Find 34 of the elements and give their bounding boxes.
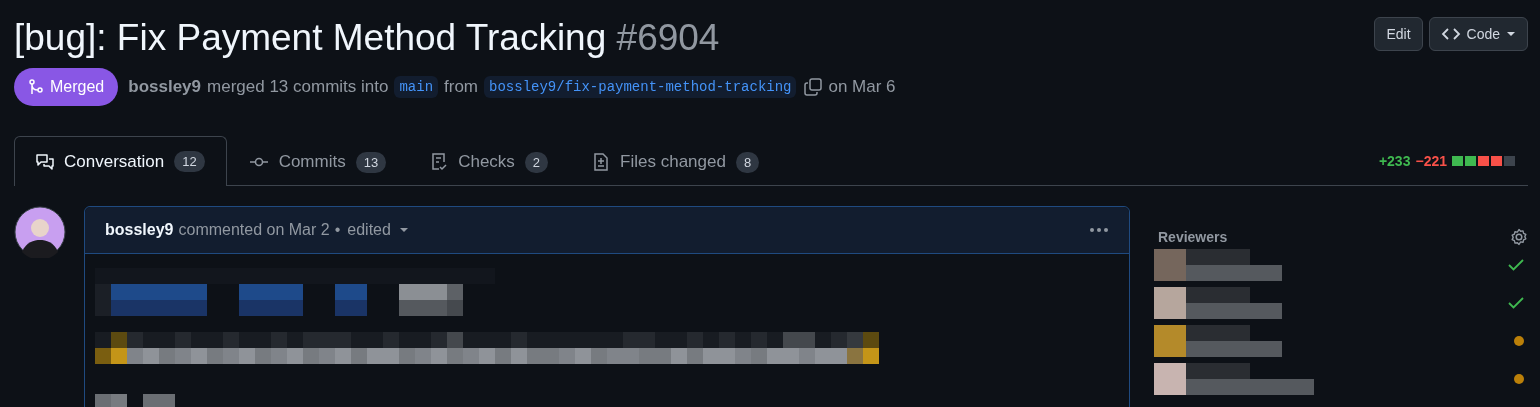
- tab[interactable]: Checks 2: [408, 137, 571, 186]
- diffstat-bar: [1452, 155, 1518, 166]
- branch-label[interactable]: bossley9/fix-payment-method-tracking: [484, 76, 797, 98]
- edit-button[interactable]: Edit: [1374, 17, 1423, 51]
- comment-icon: [36, 152, 54, 171]
- pr-number: #6904: [616, 17, 720, 58]
- comment-meta: commented on Mar 2: [178, 221, 330, 239]
- merge-icon: [28, 79, 44, 95]
- tab[interactable]: Commits 13: [226, 137, 409, 186]
- merged-badge: Merged: [14, 68, 119, 106]
- tab[interactable]: Conversation 12: [14, 136, 227, 186]
- reviewers-heading: Reviewers: [1158, 229, 1228, 245]
- tab[interactable]: Files changed 8: [570, 137, 782, 186]
- file-diff-icon: [592, 153, 611, 171]
- caret-icon: [1506, 31, 1516, 37]
- from-text: from: [444, 77, 479, 97]
- edited-dropdown[interactable]: edited: [345, 221, 411, 239]
- merge-date: on Mar 6: [828, 77, 896, 97]
- merge-text: merged 13 commits into: [207, 77, 389, 97]
- branch-label[interactable]: main: [394, 76, 439, 98]
- caret-icon: [398, 227, 409, 233]
- copy-icon[interactable]: [804, 78, 823, 96]
- comment-author[interactable]: bossley9: [105, 221, 174, 239]
- settings-icon[interactable]: [1510, 228, 1528, 246]
- code-icon: [1440, 27, 1461, 41]
- pr-title: [bug]: Fix Payment Method Tracking: [14, 17, 607, 58]
- checklist-icon: [430, 153, 449, 171]
- dot-separator: •: [334, 221, 341, 239]
- more-icon[interactable]: [1089, 227, 1109, 233]
- author-link[interactable]: bossley9: [128, 77, 201, 97]
- additions-count: +233: [1378, 152, 1411, 169]
- avatar[interactable]: [14, 206, 66, 258]
- deletions-count: −221: [1415, 152, 1447, 169]
- code-button[interactable]: Code: [1428, 17, 1528, 51]
